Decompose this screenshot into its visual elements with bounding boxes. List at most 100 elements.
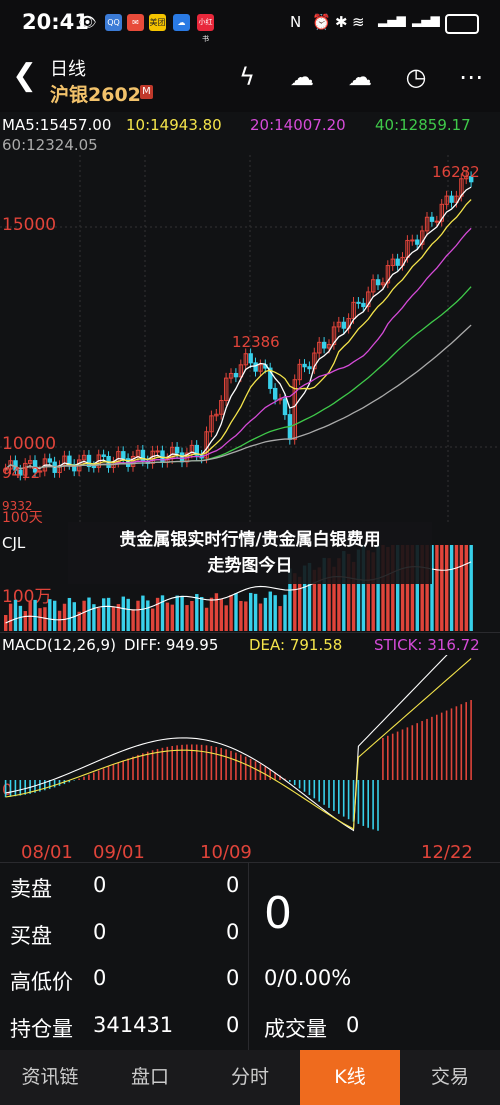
volume-unit-100k: 100天 <box>2 510 43 526</box>
candle-body <box>282 398 288 416</box>
volume-bar <box>175 595 179 631</box>
volume-bar <box>131 609 135 631</box>
xiaohongshu-app-icon: 小红书 <box>197 14 214 43</box>
volume-bar <box>126 598 130 631</box>
cloud-upload-icon[interactable]: ☁ <box>287 62 317 92</box>
volume-bar <box>121 596 125 631</box>
candle-body <box>356 301 361 304</box>
volume-bar <box>469 545 473 631</box>
volume-bar <box>111 606 116 631</box>
volume-bar <box>454 545 459 631</box>
volume-bar <box>8 603 13 631</box>
tab-intraday[interactable]: 分时 <box>200 1050 300 1105</box>
banner-line1: 贵金属银实时行情/贵金属白银费用 <box>119 530 381 550</box>
macd-chart[interactable] <box>0 655 500 840</box>
volume-bar <box>180 595 184 631</box>
volume-bar <box>160 595 165 631</box>
volume-bar <box>239 600 243 631</box>
volume-bar <box>214 593 219 631</box>
tab-news[interactable]: 资讯链 <box>0 1050 100 1105</box>
status-bar: 20:41 👁 QQ ✉ 美团 ☁ 小红书 N ⏰ ✱ ≋ ▂▄▆ ▂▄▆ <box>0 0 500 46</box>
volume-bar <box>106 597 111 631</box>
volume-bar <box>464 545 468 631</box>
volume-bar <box>62 603 67 631</box>
oi-value-1: 341431 <box>93 1013 174 1037</box>
volume-bar <box>151 608 155 631</box>
candle-body <box>67 455 72 465</box>
volume-bar <box>165 602 170 631</box>
tab-trade[interactable]: 交易 <box>400 1050 500 1105</box>
candle-body <box>410 239 415 242</box>
volume-bar <box>195 594 199 631</box>
diff-line <box>5 655 448 832</box>
nfc-icon: N <box>290 13 302 31</box>
volume-label-panel: 成交量 <box>264 1017 327 1041</box>
candle-body <box>449 195 454 203</box>
wifi-icon: ≋ <box>352 13 365 31</box>
candle-body <box>395 258 400 266</box>
lightning-icon[interactable]: ϟ <box>232 62 262 92</box>
more-icon[interactable]: ⋯ <box>456 62 486 92</box>
volume-bar <box>263 597 268 631</box>
signal-icon: ▂▄▆ <box>378 13 406 27</box>
tab-orderbook[interactable]: 盘口 <box>100 1050 200 1105</box>
volume-bar <box>234 593 238 631</box>
date-label-3: 10/09 <box>200 842 252 863</box>
oi-label: 持仓量 <box>10 1017 73 1041</box>
buy-value-1: 0 <box>93 920 107 944</box>
volume-bar <box>190 600 194 631</box>
volume-bar <box>33 599 37 631</box>
range-value-2: 0 <box>226 966 240 990</box>
mail-app-icon: ✉ <box>127 14 144 31</box>
candle-body <box>253 362 258 372</box>
volume-value-panel: 0 <box>346 1013 360 1037</box>
candle-body <box>101 454 106 457</box>
volume-bar <box>229 595 233 631</box>
cloud-download-icon[interactable]: ☁ <box>345 62 375 92</box>
candle-body <box>91 466 97 469</box>
big-price: 0 <box>264 888 292 939</box>
ma-lines-group <box>5 186 472 470</box>
macd-dea: DEA: 791.58 <box>249 636 343 654</box>
volume-bar <box>155 597 160 631</box>
ma5-line <box>5 186 472 470</box>
market-tag: M <box>140 85 153 99</box>
eye-icon: 👁 <box>78 13 98 31</box>
volume-bar <box>219 598 223 631</box>
candle-body <box>233 372 239 378</box>
qq-app-icon: QQ <box>105 14 122 31</box>
candle-body <box>155 450 160 453</box>
instrument-name[interactable]: 沪银2602 <box>50 80 141 107</box>
change-value: 0/0.00% <box>264 966 352 990</box>
volume-bar <box>141 595 145 631</box>
volume-bar <box>185 605 189 631</box>
news-banner[interactable]: 贵金属银实时行情/贵金属白银费用 走势图今日 <box>68 522 432 584</box>
panel-divider <box>248 862 249 1050</box>
period-label[interactable]: 日线 <box>50 55 86 81</box>
candle-body <box>179 452 185 463</box>
candle-body <box>175 446 180 454</box>
volume-bar <box>170 604 174 631</box>
back-icon[interactable]: ❮ <box>12 58 37 93</box>
volume-bar <box>298 576 302 631</box>
date-label-4: 12/22 <box>421 842 473 863</box>
candle-body <box>121 451 126 460</box>
battery-icon <box>445 14 479 34</box>
candle-body <box>341 321 347 329</box>
volume-bar <box>48 599 52 631</box>
sell-value-1: 0 <box>93 873 107 897</box>
level-10000: 10000 <box>2 434 57 454</box>
volume-bar <box>87 597 91 631</box>
tab-kline[interactable]: K线 <box>300 1050 400 1105</box>
volume-bar <box>244 601 248 631</box>
candle-body <box>322 341 327 349</box>
volume-bar <box>13 599 18 631</box>
volume-bar <box>136 600 140 631</box>
volume-bar <box>97 607 101 631</box>
candle-body <box>47 458 52 463</box>
ma60-value: 60:12324.05 <box>2 136 98 154</box>
oi-value-2: 0 <box>226 1013 240 1037</box>
volume-bar <box>102 598 106 631</box>
clock-icon[interactable]: ◷ <box>401 62 431 92</box>
candle-body <box>415 239 420 245</box>
